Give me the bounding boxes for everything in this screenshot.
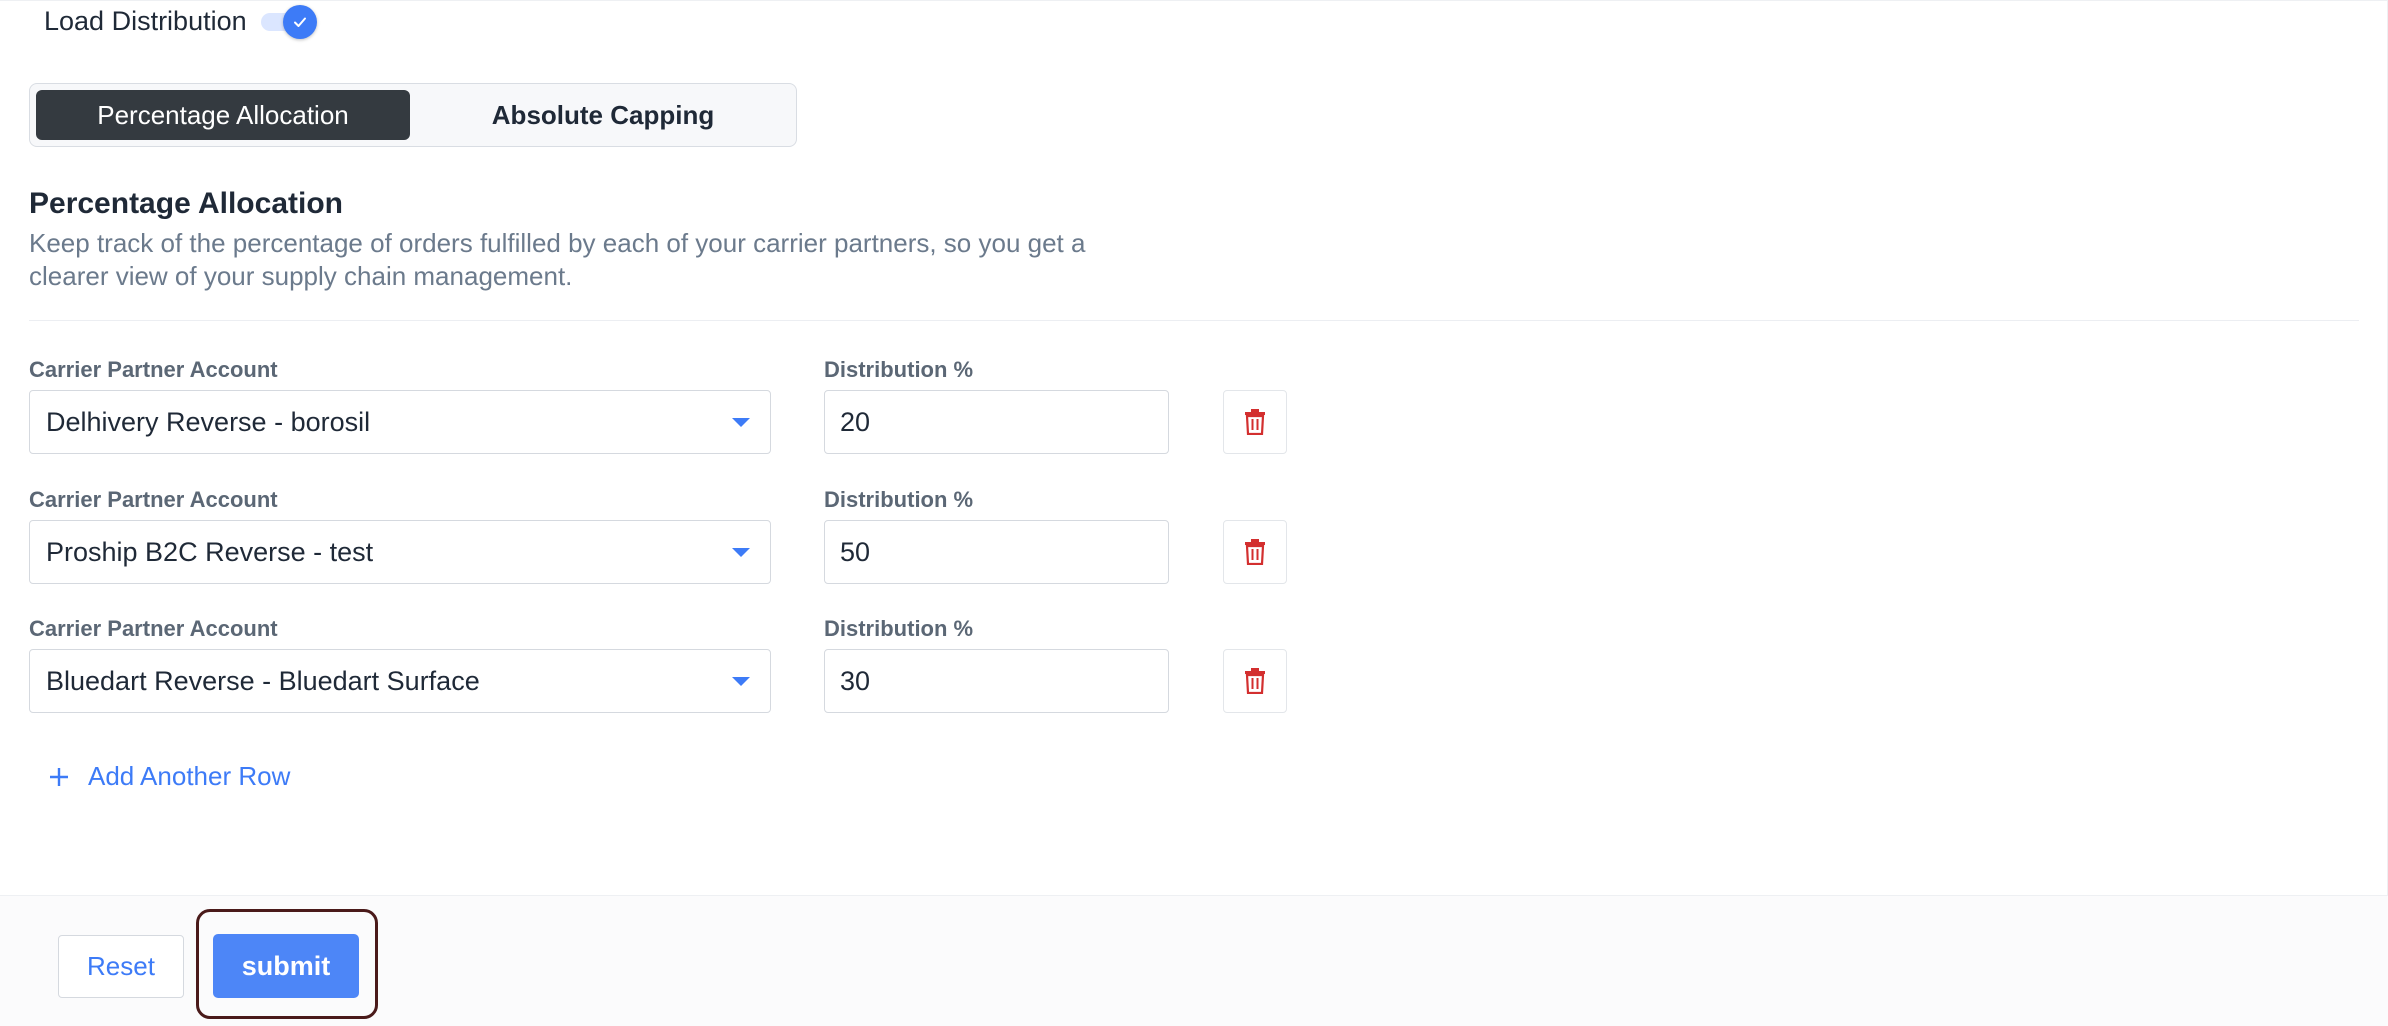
allocation-mode-tabs: Percentage Allocation Absolute Capping [29,83,797,147]
carrier-partner-value: Delhivery Reverse - borosil [46,406,371,437]
load-distribution-toggle-row: Load Distribution [44,3,317,39]
tab-percentage-allocation[interactable]: Percentage Allocation [36,90,410,140]
tab-absolute-capping[interactable]: Absolute Capping [416,90,790,140]
check-icon [293,17,306,27]
carrier-partner-value: Bluedart Reverse - Bluedart Surface [46,665,480,696]
delete-row-button[interactable] [1223,649,1287,713]
carrier-partner-label: Carrier Partner Account [29,616,278,641]
section-description: Keep track of the percentage of orders f… [29,228,1086,291]
trash-icon [1245,539,1265,565]
distribution-label: Distribution % [824,616,974,641]
allocation-row: Carrier Partner Account Distribution % D… [29,357,1289,467]
carrier-partner-label: Carrier Partner Account [29,487,278,512]
caret-down-icon [732,676,750,686]
toggle-knob [282,5,317,39]
distribution-label: Distribution % [824,487,974,512]
distribution-input[interactable] [824,390,1169,454]
load-distribution-label: Load Distribution [44,5,247,36]
carrier-partner-label: Carrier Partner Account [29,357,278,382]
distribution-input[interactable] [824,520,1169,584]
carrier-partner-select[interactable]: Bluedart Reverse - Bluedart Surface [29,649,771,713]
divider [29,320,2359,321]
load-distribution-panel: Load Distribution Percentage Allocation … [0,0,2388,895]
caret-down-icon [732,547,750,557]
delete-row-button[interactable] [1223,390,1287,454]
submit-button[interactable]: submit [213,934,359,998]
allocation-row: Carrier Partner Account Distribution % P… [29,487,1289,597]
distribution-input[interactable] [824,649,1169,713]
carrier-partner-select[interactable]: Delhivery Reverse - borosil [29,390,771,454]
reset-button[interactable]: Reset [58,935,184,998]
add-another-row-button[interactable]: Add Another Row [48,761,290,792]
allocation-row: Carrier Partner Account Distribution % B… [29,616,1289,726]
plus-icon [50,767,68,786]
add-another-row-label: Add Another Row [88,761,291,791]
trash-icon [1245,668,1265,694]
carrier-partner-value: Proship B2C Reverse - test [46,536,374,567]
trash-icon [1245,409,1265,435]
load-distribution-toggle[interactable] [260,3,317,39]
section-title: Percentage Allocation [29,187,343,220]
caret-down-icon [732,417,750,427]
carrier-partner-select[interactable]: Proship B2C Reverse - test [29,520,771,584]
distribution-label: Distribution % [824,357,974,382]
delete-row-button[interactable] [1223,520,1287,584]
